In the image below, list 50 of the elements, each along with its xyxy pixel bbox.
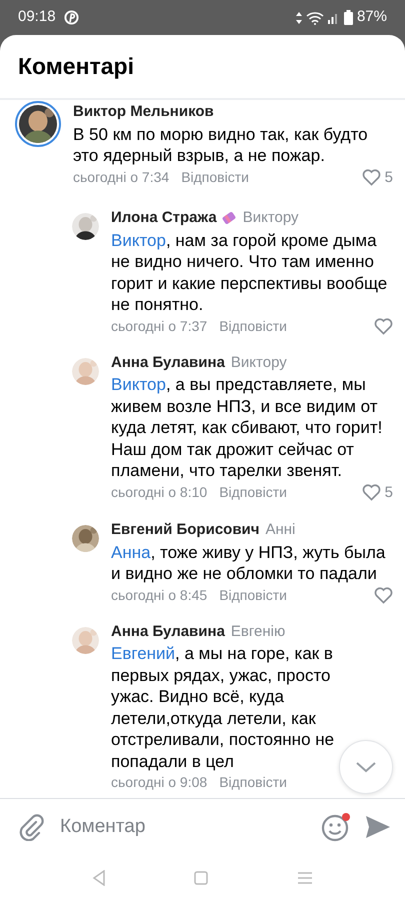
recents-icon[interactable] xyxy=(296,870,313,884)
author-name[interactable]: Илона Стража xyxy=(111,207,217,230)
comment-time: сьогодні о 8:45 xyxy=(111,586,208,602)
emoji-icon[interactable] xyxy=(321,812,351,842)
signal-icon xyxy=(328,12,340,24)
like-count: 5 xyxy=(384,482,393,502)
battery-level: 87% xyxy=(356,7,387,28)
author-name[interactable]: Анна Булавина xyxy=(111,352,225,374)
reply-link[interactable]: Відповісти xyxy=(219,586,287,602)
reply-link[interactable]: Відповісти xyxy=(181,169,249,186)
mention-link[interactable]: Виктор xyxy=(111,375,166,394)
home-icon[interactable] xyxy=(194,870,208,884)
mention-link[interactable]: Евгений xyxy=(111,644,176,663)
comment-text: Анна, тоже живу у НПЗ, жуть была и видно же не обломки то падали xyxy=(111,542,386,584)
like-icon[interactable] xyxy=(362,169,381,186)
data-arrows-icon xyxy=(296,12,302,24)
like-count: 5 xyxy=(384,168,393,188)
attach-icon[interactable] xyxy=(18,813,44,841)
wifi-icon xyxy=(306,10,324,24)
status-time: 09:18 xyxy=(18,7,56,28)
battery-icon xyxy=(344,10,353,25)
chevron-down-icon xyxy=(355,761,377,773)
reply-to-name: Виктору xyxy=(230,352,287,372)
like-icon[interactable] xyxy=(374,586,393,604)
comment-time: сьогодні о 8:10 xyxy=(111,484,208,500)
send-icon[interactable] xyxy=(365,815,391,839)
comment-text: Евгений, а мы на горе, как в первых рядах, ужас, просто ужас. Видно всё, куда летели,откуда летели, как отстреливали, постоянно не попадали в цел xyxy=(111,643,336,772)
author-name[interactable]: Виктор Мельников xyxy=(73,101,214,124)
reply-link[interactable]: Відповісти xyxy=(219,318,287,334)
mention-link[interactable]: Анна xyxy=(111,542,151,562)
back-icon[interactable] xyxy=(92,870,106,886)
reply-to-name: Виктору xyxy=(242,208,299,228)
mention-link[interactable]: Виктор xyxy=(111,230,166,250)
like-icon[interactable] xyxy=(362,484,381,502)
author-name[interactable]: Анна Булавина xyxy=(111,620,225,643)
reply-to-name: Евгенію xyxy=(230,622,286,642)
comment-field[interactable]: Коментар xyxy=(58,812,307,842)
comment-time: сьогодні о 7:37 xyxy=(111,318,208,334)
page-title: Коментарі xyxy=(18,52,134,82)
comment-text: Виктор, а вы представляете, мы живем возле НПЗ, и все видим от куда летят, как сбивают, что горит! Наш дом так дрожит сейчас от пламени, что тарелки звенят. xyxy=(111,374,384,482)
comment-time: сьогодні о 9:08 xyxy=(111,774,208,790)
comment-text: В 50 км по морю видно так, как будто это ядерный взрыв, а не пожар. xyxy=(73,124,369,166)
reply-to-name: Анні xyxy=(265,520,296,540)
author-name[interactable]: Евгений Борисович xyxy=(111,519,260,542)
comment-text: Виктор, нам за горой кроме дыма не видно ничего. Что там именно горит и какие перспективы вообще не понятно. xyxy=(111,230,388,316)
reply-link[interactable]: Відповісти xyxy=(219,484,287,500)
like-icon[interactable] xyxy=(374,318,393,334)
comment-time: сьогодні о 7:34 xyxy=(73,169,170,186)
reply-link[interactable]: Відповісти xyxy=(219,774,287,790)
pin-icon xyxy=(64,10,79,25)
